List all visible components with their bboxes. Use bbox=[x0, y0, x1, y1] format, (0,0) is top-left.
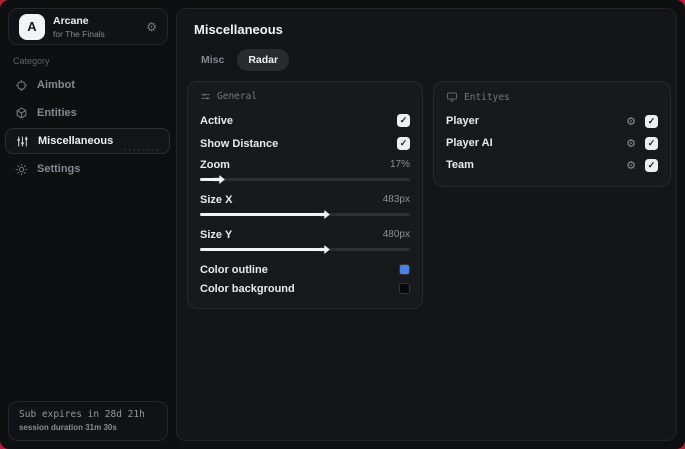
sub-expires-text: Sub expires in 28d 21h bbox=[19, 409, 145, 420]
sidebar-item-label: Aimbot bbox=[37, 79, 75, 91]
slider-thumb[interactable] bbox=[318, 245, 330, 254]
entity-label: Player bbox=[446, 115, 480, 127]
setting-row-size-x: Size X 483px bbox=[200, 190, 410, 209]
slider-fill bbox=[200, 245, 330, 254]
team-checkbox[interactable] bbox=[645, 158, 658, 172]
sidebar-item-label: Entities bbox=[37, 107, 77, 119]
session-duration-text: session duration 31m 30s bbox=[19, 423, 117, 432]
category-label: Category bbox=[13, 56, 50, 66]
sidebar-item-settings[interactable]: Settings bbox=[0, 155, 175, 183]
setting-row-active: Active bbox=[200, 109, 410, 132]
slider-thumb[interactable] bbox=[213, 175, 225, 184]
app-header-texts: Arcane for The Finals bbox=[53, 15, 105, 39]
setting-row-color-outline: Color outline bbox=[200, 260, 410, 279]
sidebar-item-entities[interactable]: Entities bbox=[0, 99, 175, 127]
player-ai-checkbox[interactable] bbox=[645, 136, 658, 150]
setting-label: Zoom bbox=[200, 158, 230, 171]
tune-icon bbox=[201, 93, 210, 100]
app-header-card: A Arcane for The Finals ⚙ bbox=[8, 8, 168, 45]
entity-label: Team bbox=[446, 159, 474, 171]
app-title: Arcane bbox=[53, 14, 89, 27]
slider-fill bbox=[200, 210, 330, 219]
sidebar-item-miscellaneous[interactable]: Miscellaneous ········ bbox=[5, 128, 170, 155]
settings-gear-icon[interactable]: ⚙ bbox=[146, 21, 157, 33]
general-card-title: General bbox=[217, 91, 258, 102]
gear-icon[interactable]: ⚙ bbox=[626, 138, 636, 149]
entity-row-player-ai: Player AI ⚙ bbox=[446, 132, 658, 154]
setting-row-show-distance: Show Distance bbox=[200, 132, 410, 155]
size-y-value: 480px bbox=[382, 229, 410, 240]
entity-row-team: Team ⚙ bbox=[446, 154, 658, 176]
entities-card-title: Entityes bbox=[464, 91, 510, 103]
tab-misc[interactable]: Misc bbox=[190, 49, 235, 71]
gear-icon[interactable]: ⚙ bbox=[626, 160, 636, 171]
app-subtitle: for The Finals bbox=[53, 28, 105, 39]
tab-radar[interactable]: Radar bbox=[237, 49, 290, 71]
subscription-card: Sub expires in 28d 21h session duration … bbox=[8, 401, 168, 441]
setting-label: Color background bbox=[200, 282, 295, 295]
setting-row-zoom: Zoom 17% bbox=[200, 155, 410, 174]
slider-thumb[interactable] bbox=[318, 210, 330, 219]
setting-label: Show Distance bbox=[200, 137, 279, 150]
color-background-swatch[interactable] bbox=[399, 283, 410, 294]
sidebar: A Arcane for The Finals ⚙ Category Aimbo… bbox=[0, 0, 175, 449]
app-logo-letter: A bbox=[27, 19, 37, 34]
tab-bar: Misc Radar bbox=[190, 49, 290, 71]
size-x-value: 483px bbox=[382, 194, 410, 205]
setting-row-color-background: Color background bbox=[200, 279, 410, 298]
app-logo: A bbox=[19, 13, 45, 40]
general-card-header: General bbox=[200, 91, 410, 102]
sidebar-item-label: Settings bbox=[37, 163, 81, 175]
general-card: General Active Show Distance Zoom 17% S bbox=[187, 81, 423, 309]
crosshair-icon bbox=[15, 79, 28, 92]
color-outline-swatch[interactable] bbox=[399, 264, 410, 275]
player-checkbox[interactable] bbox=[645, 114, 658, 128]
entity-label: Player AI bbox=[446, 137, 493, 149]
setting-label: Size Y bbox=[200, 228, 233, 241]
gear-icon bbox=[15, 163, 28, 176]
sidebar-item-label: Miscellaneous bbox=[38, 135, 114, 147]
sidebar-nav: Aimbot Entities Miscellaneous ········ S… bbox=[0, 71, 175, 183]
sliders-icon bbox=[16, 135, 29, 148]
app-window: A Arcane for The Finals ⚙ Category Aimbo… bbox=[0, 0, 685, 449]
monitor-icon bbox=[447, 92, 457, 102]
slider-fill bbox=[200, 175, 225, 184]
setting-label: Active bbox=[200, 114, 234, 127]
dots-decoration: ········ bbox=[124, 145, 160, 155]
zoom-slider[interactable] bbox=[200, 175, 410, 184]
entity-controls: ⚙ bbox=[626, 136, 658, 150]
sidebar-item-aimbot[interactable]: Aimbot bbox=[0, 71, 175, 99]
active-checkbox[interactable] bbox=[397, 114, 410, 127]
setting-label: Size X bbox=[200, 193, 233, 206]
entities-card-header: Entityes bbox=[446, 91, 658, 103]
zoom-value: 17% bbox=[389, 159, 410, 170]
entity-controls: ⚙ bbox=[626, 158, 658, 172]
size-x-slider[interactable] bbox=[200, 210, 410, 219]
setting-row-size-y: Size Y 480px bbox=[200, 225, 410, 244]
entity-controls: ⚙ bbox=[626, 114, 658, 128]
entities-card: Entityes Player ⚙ Player AI ⚙ Team bbox=[433, 81, 671, 187]
size-y-slider[interactable] bbox=[200, 245, 410, 254]
main-panel: Miscellaneous Misc Radar General Active … bbox=[176, 8, 677, 441]
entity-row-player: Player ⚙ bbox=[446, 110, 658, 132]
cube-icon bbox=[15, 106, 28, 120]
page-title: Miscellaneous bbox=[194, 22, 283, 37]
setting-label: Color outline bbox=[200, 263, 268, 276]
show-distance-checkbox[interactable] bbox=[397, 137, 410, 150]
gear-icon[interactable]: ⚙ bbox=[626, 116, 636, 127]
